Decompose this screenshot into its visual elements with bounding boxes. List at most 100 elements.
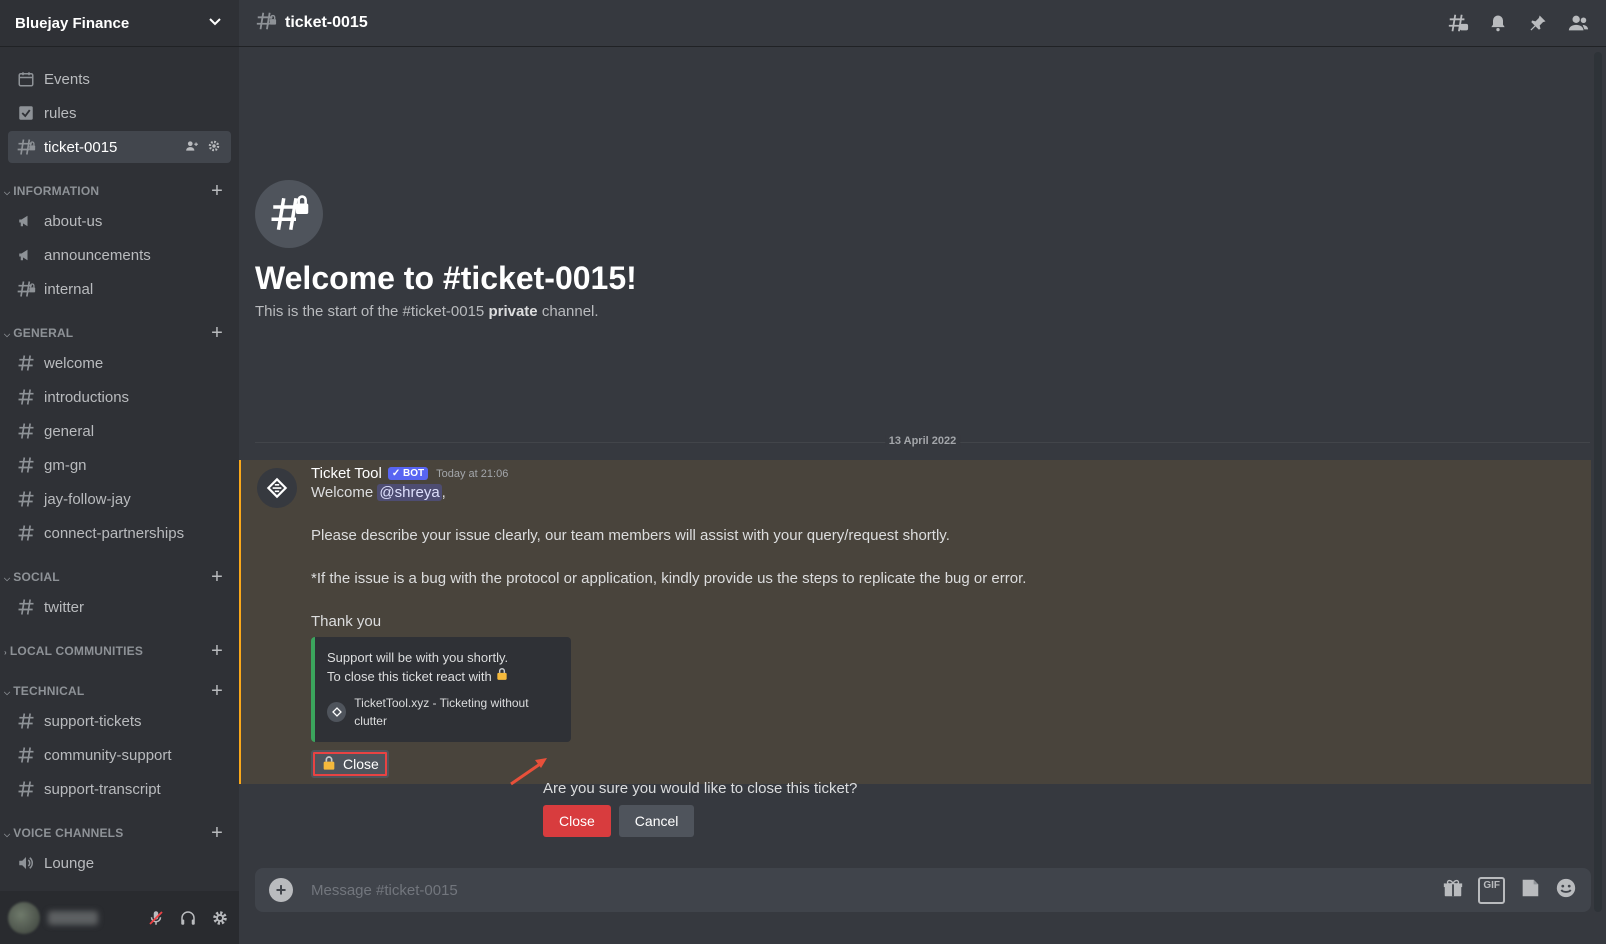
chevron-down-icon: ⌵: [4, 688, 11, 697]
add-channel-icon[interactable]: +: [211, 823, 223, 843]
gif-icon[interactable]: GIF: [1478, 876, 1505, 904]
tickettool-icon: [327, 702, 347, 722]
chevron-down-icon: ⌵: [4, 574, 11, 583]
category-label: SOCIAL: [13, 570, 60, 584]
message-input[interactable]: [309, 880, 1443, 900]
scrollbar[interactable]: [1594, 52, 1602, 912]
channel-title: ticket-0015: [285, 14, 368, 31]
category-voice-channels[interactable]: ⌵ VOICE CHANNELS +: [0, 821, 239, 845]
channel-rules[interactable]: rules: [8, 97, 231, 129]
sticker-icon[interactable]: [1519, 877, 1541, 904]
add-channel-icon[interactable]: +: [211, 323, 223, 343]
mute-mic-icon[interactable]: [145, 907, 167, 929]
channel-label: welcome: [44, 354, 104, 372]
category-label: VOICE CHANNELS: [13, 826, 124, 840]
bot-badge: ✓ BOT: [387, 467, 429, 480]
server-header[interactable]: Bluejay Finance: [0, 0, 239, 47]
gear-icon[interactable]: [207, 139, 221, 156]
chevron-down-icon: ⌵: [4, 330, 11, 339]
add-channel-icon[interactable]: +: [211, 567, 223, 587]
channel-lounge[interactable]: Lounge: [8, 847, 231, 879]
member-list-icon[interactable]: [1566, 11, 1590, 35]
welcome-subtitle: This is the start of the #ticket-0015 pr…: [255, 303, 599, 320]
channel-jay-follow-jay[interactable]: jay-follow-jay: [8, 483, 231, 515]
channel-internal[interactable]: internal: [8, 273, 231, 305]
bell-icon[interactable]: [1486, 11, 1510, 35]
category-social[interactable]: ⌵ SOCIAL +: [0, 565, 239, 589]
lock-icon: [321, 755, 337, 774]
speaker-icon: [16, 853, 36, 873]
channel-ticket-0015[interactable]: ticket-0015: [8, 131, 231, 163]
server-name: Bluejay Finance: [15, 14, 130, 32]
channel-sidebar: Bluejay Finance Events rules ticket-0015…: [0, 0, 239, 944]
chevron-right-icon: ›: [4, 648, 7, 657]
message-author[interactable]: Ticket Tool: [311, 465, 382, 482]
bot-avatar[interactable]: [257, 468, 297, 508]
add-channel-icon[interactable]: +: [211, 641, 223, 661]
channel-support-transcript[interactable]: support-transcript: [8, 773, 231, 805]
hash-icon: [16, 745, 36, 765]
add-channel-icon[interactable]: +: [211, 181, 223, 201]
channel-label: gm-gn: [44, 456, 87, 474]
channel-events[interactable]: Events: [8, 63, 231, 95]
hash-icon: [16, 421, 36, 441]
chevron-down-icon: ⌵: [4, 830, 11, 839]
locked-hash-icon: [255, 10, 277, 37]
channel-about-us[interactable]: about-us: [8, 205, 231, 237]
channel-support-tickets[interactable]: support-tickets: [8, 705, 231, 737]
channel-welcome[interactable]: welcome: [8, 347, 231, 379]
channel-twitter[interactable]: twitter: [8, 591, 231, 623]
category-label: LOCAL COMMUNITIES: [9, 644, 144, 658]
channel-label: connect-partnerships: [44, 524, 185, 542]
message-composer: + GIF: [255, 868, 1591, 912]
embed-footer: TicketTool.xyz - Ticketing without clutt…: [354, 696, 529, 728]
date-divider: 13 April 2022: [255, 435, 1590, 447]
channel-label: ticket-0015: [44, 138, 118, 156]
hash-icon: [16, 489, 36, 509]
hash-icon: [16, 387, 36, 407]
megaphone-icon: [16, 245, 36, 265]
user-mention[interactable]: @shreya: [377, 484, 442, 501]
channel-label: introductions: [44, 388, 130, 406]
gift-icon[interactable]: [1442, 877, 1464, 904]
channel-label: rules: [44, 104, 77, 122]
add-channel-icon[interactable]: +: [211, 681, 223, 701]
channel-general[interactable]: general: [8, 415, 231, 447]
pin-icon[interactable]: [1526, 11, 1550, 35]
chevron-down-icon: [207, 13, 223, 33]
hash-icon: [16, 455, 36, 475]
locked-hash-icon: [255, 180, 323, 248]
channel-label: jay-follow-jay: [44, 490, 131, 508]
channel-introductions[interactable]: introductions: [8, 381, 231, 413]
cancel-button[interactable]: Cancel: [618, 805, 695, 837]
close-ticket-button[interactable]: Close: [311, 750, 389, 778]
message-content: Welcome @shreya, Please describe your is…: [311, 484, 1027, 630]
channel-announcements[interactable]: announcements: [8, 239, 231, 271]
headphones-icon[interactable]: [177, 907, 199, 929]
channel-label: support-tickets: [44, 712, 142, 730]
lock-icon: [495, 668, 509, 684]
category-general[interactable]: ⌵ GENERAL +: [0, 321, 239, 345]
category-technical[interactable]: ⌵ TECHNICAL +: [0, 679, 239, 703]
calendar-icon: [16, 69, 36, 89]
emoji-icon[interactable]: [1555, 877, 1577, 904]
gear-icon[interactable]: [209, 907, 231, 929]
channel-gm-gn[interactable]: gm-gn: [8, 449, 231, 481]
chat-area: ticket-0015 Welcome to #ticket-0015! Thi…: [239, 0, 1606, 944]
channel-label: announcements: [44, 246, 151, 264]
category-information[interactable]: ⌵ INFORMATION +: [0, 179, 239, 203]
add-attachment-icon[interactable]: +: [269, 878, 293, 902]
channel-label: internal: [44, 280, 94, 298]
welcome-title: Welcome to #ticket-0015!: [255, 260, 637, 296]
message-timestamp: Today at 21:06: [436, 467, 509, 480]
channel-community-support[interactable]: community-support: [8, 739, 231, 771]
avatar[interactable]: [8, 901, 40, 934]
locked-hash-icon: [16, 279, 36, 299]
channel-connect-partnerships[interactable]: connect-partnerships: [8, 517, 231, 549]
close-confirmation: Are you sure you would like to close thi…: [543, 780, 857, 837]
confirm-close-button[interactable]: Close: [543, 805, 611, 837]
category-local-communities[interactable]: › LOCAL COMMUNITIES +: [0, 639, 239, 663]
threads-icon[interactable]: [1446, 11, 1470, 35]
channel-list: Events rules ticket-0015 ⌵ INFORMATION + …: [0, 47, 239, 879]
invite-member-icon[interactable]: [185, 139, 199, 156]
